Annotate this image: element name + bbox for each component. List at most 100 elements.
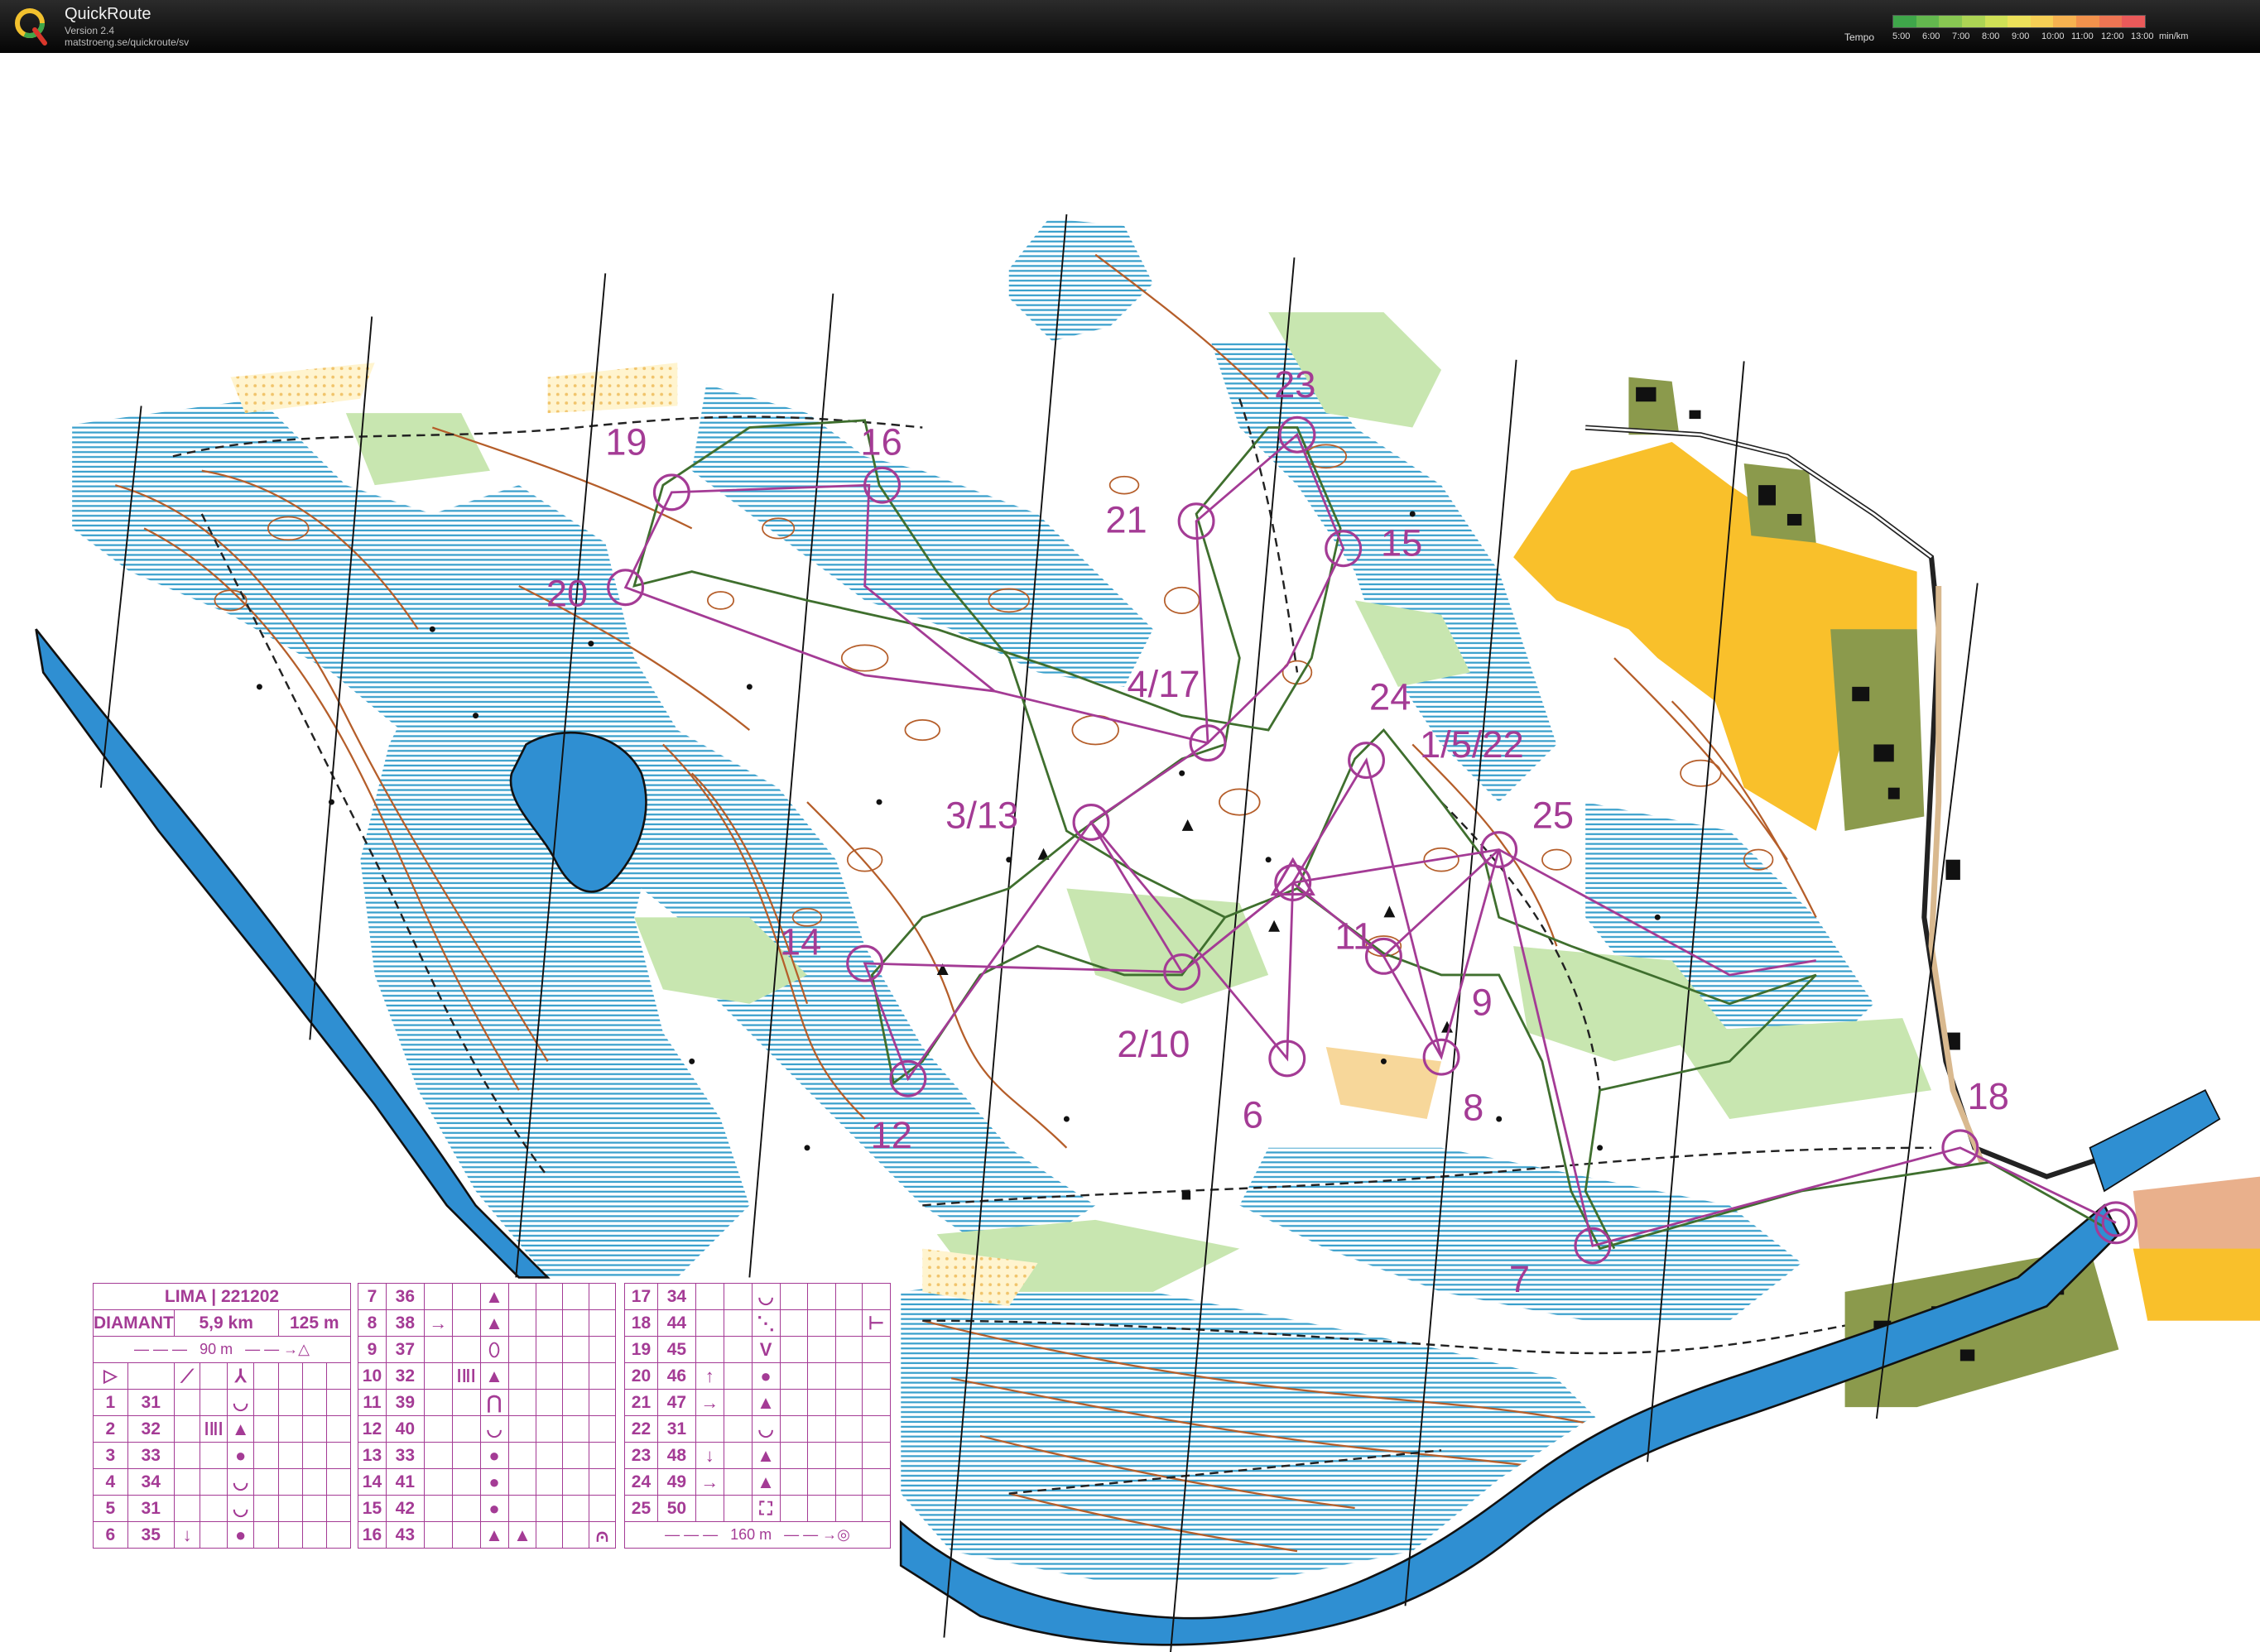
other-info (589, 1442, 616, 1469)
feature-symbol: ▲ (751, 1389, 781, 1416)
description-row: 23 48 ↓ ▲ (624, 1442, 891, 1469)
direction-symbol (173, 1415, 201, 1443)
feature-symbol-2 (779, 1336, 809, 1363)
control-code: 32 (127, 1415, 175, 1443)
tempo-swatch (1893, 16, 1916, 27)
other-info (589, 1468, 616, 1496)
tempo-swatch (2030, 16, 2054, 27)
location (562, 1521, 590, 1549)
direction-symbol: ↓ (695, 1442, 724, 1469)
control-number: 20 (624, 1362, 658, 1390)
control-code: 49 (656, 1468, 696, 1496)
control-code: 31 (656, 1415, 696, 1443)
finish-leg-length: 160 m (730, 1526, 772, 1543)
modifier-symbol (200, 1468, 228, 1496)
description-row: 8 38 → ▲ (358, 1309, 616, 1337)
control-label: 21 (1105, 499, 1147, 541)
modifier-symbol (451, 1442, 481, 1469)
location (562, 1362, 590, 1390)
location (562, 1495, 590, 1522)
other-info (589, 1283, 616, 1310)
dimension (807, 1442, 837, 1469)
control-label: 24 (1369, 676, 1411, 718)
feature-symbol-2 (253, 1389, 279, 1416)
description-row: 17 34 ◡ (624, 1283, 891, 1310)
other-info (589, 1309, 616, 1337)
feature-symbol-2 (253, 1521, 279, 1549)
control-code: 44 (656, 1309, 696, 1337)
control-label: 6 (1243, 1093, 1263, 1136)
control-code: 48 (656, 1442, 696, 1469)
map-view[interactable]: 19 16 20 23 21 15 4/17 24 1/5/22 3/13 25… (0, 53, 2260, 1652)
location (835, 1468, 863, 1496)
control-number: 3 (93, 1442, 128, 1469)
feature-symbol: ▲ (479, 1309, 509, 1337)
control-label: 4/17 (1128, 663, 1200, 705)
tempo-legend: Tempo 5:00 6:00 7:00 8:00 9:00 10:00 11:00 12:0… (1844, 15, 2224, 46)
modifier-symbol (723, 1362, 753, 1390)
direction-symbol (695, 1336, 724, 1363)
direction-symbol (423, 1283, 453, 1310)
other-info (589, 1389, 616, 1416)
dimension (536, 1389, 564, 1416)
tempo-tick: 13:00 (2131, 31, 2154, 41)
control-label: 1/5/22 (1420, 723, 1524, 766)
control-code: 37 (385, 1336, 425, 1363)
dimension (536, 1283, 564, 1310)
location (301, 1415, 327, 1443)
feature-symbol: ▲ (479, 1521, 509, 1549)
start-leg-row: — — — 90 m — — →△ (93, 1336, 351, 1363)
feature-symbol: ● (479, 1495, 509, 1522)
other-info (862, 1468, 891, 1496)
modifier-symbol (451, 1389, 481, 1416)
dimension (807, 1389, 837, 1416)
control-number: 4 (93, 1468, 128, 1496)
dashed-line-icon: — — — (665, 1526, 719, 1543)
dimension (277, 1468, 303, 1496)
feature-symbol-2 (779, 1442, 809, 1469)
control-code: 33 (127, 1442, 175, 1469)
dimension (807, 1362, 837, 1390)
description-row: 2 32 ǀǁǀ ▲ (93, 1415, 352, 1443)
control-label: 19 (605, 421, 647, 463)
tempo-label: Tempo (1844, 31, 1875, 43)
to-finish-arrow-icon: — — →◎ (784, 1526, 850, 1543)
location (562, 1415, 590, 1443)
dimension (277, 1442, 303, 1469)
junction-icon: ⅄ (226, 1362, 255, 1390)
control-number: 24 (624, 1468, 658, 1496)
control-code: 46 (656, 1362, 696, 1390)
other-info (325, 1521, 352, 1549)
location (301, 1468, 327, 1496)
modifier-symbol (451, 1521, 481, 1549)
modifier-symbol: ǀǁǀ (200, 1415, 228, 1443)
feature-symbol: ⛶ (751, 1495, 781, 1522)
dimension (536, 1309, 564, 1337)
direction-symbol (423, 1521, 453, 1549)
other-info (589, 1415, 616, 1443)
control-code: 41 (385, 1468, 425, 1496)
feature-symbol: ▲ (226, 1415, 255, 1443)
course-climb: 125 m (277, 1309, 352, 1337)
app-title-bar: QuickRoute Version 2.4 matstroeng.se/qui… (0, 0, 2260, 53)
control-number: 17 (624, 1283, 658, 1310)
direction-symbol (423, 1389, 453, 1416)
dimension (807, 1336, 837, 1363)
feature-symbol-2 (507, 1415, 537, 1443)
tempo-tick: 7:00 (1952, 31, 1970, 41)
feature-symbol-2: ▲ (507, 1521, 537, 1549)
control-label: 20 (546, 572, 588, 614)
quickroute-q-logo-icon (15, 8, 47, 46)
control-label: 18 (1968, 1075, 2009, 1117)
control-number: 8 (358, 1309, 387, 1337)
control-number: 1 (93, 1389, 128, 1416)
tempo-tick: 11:00 (2071, 31, 2094, 41)
dimension (536, 1495, 564, 1522)
other-info (325, 1415, 352, 1443)
control-label: 12 (871, 1114, 912, 1156)
feature-symbol-2 (507, 1442, 537, 1469)
location (301, 1442, 327, 1469)
feature-symbol-2 (507, 1336, 537, 1363)
feature-symbol: ◡ (479, 1415, 509, 1443)
feature-symbol-2 (507, 1283, 537, 1310)
